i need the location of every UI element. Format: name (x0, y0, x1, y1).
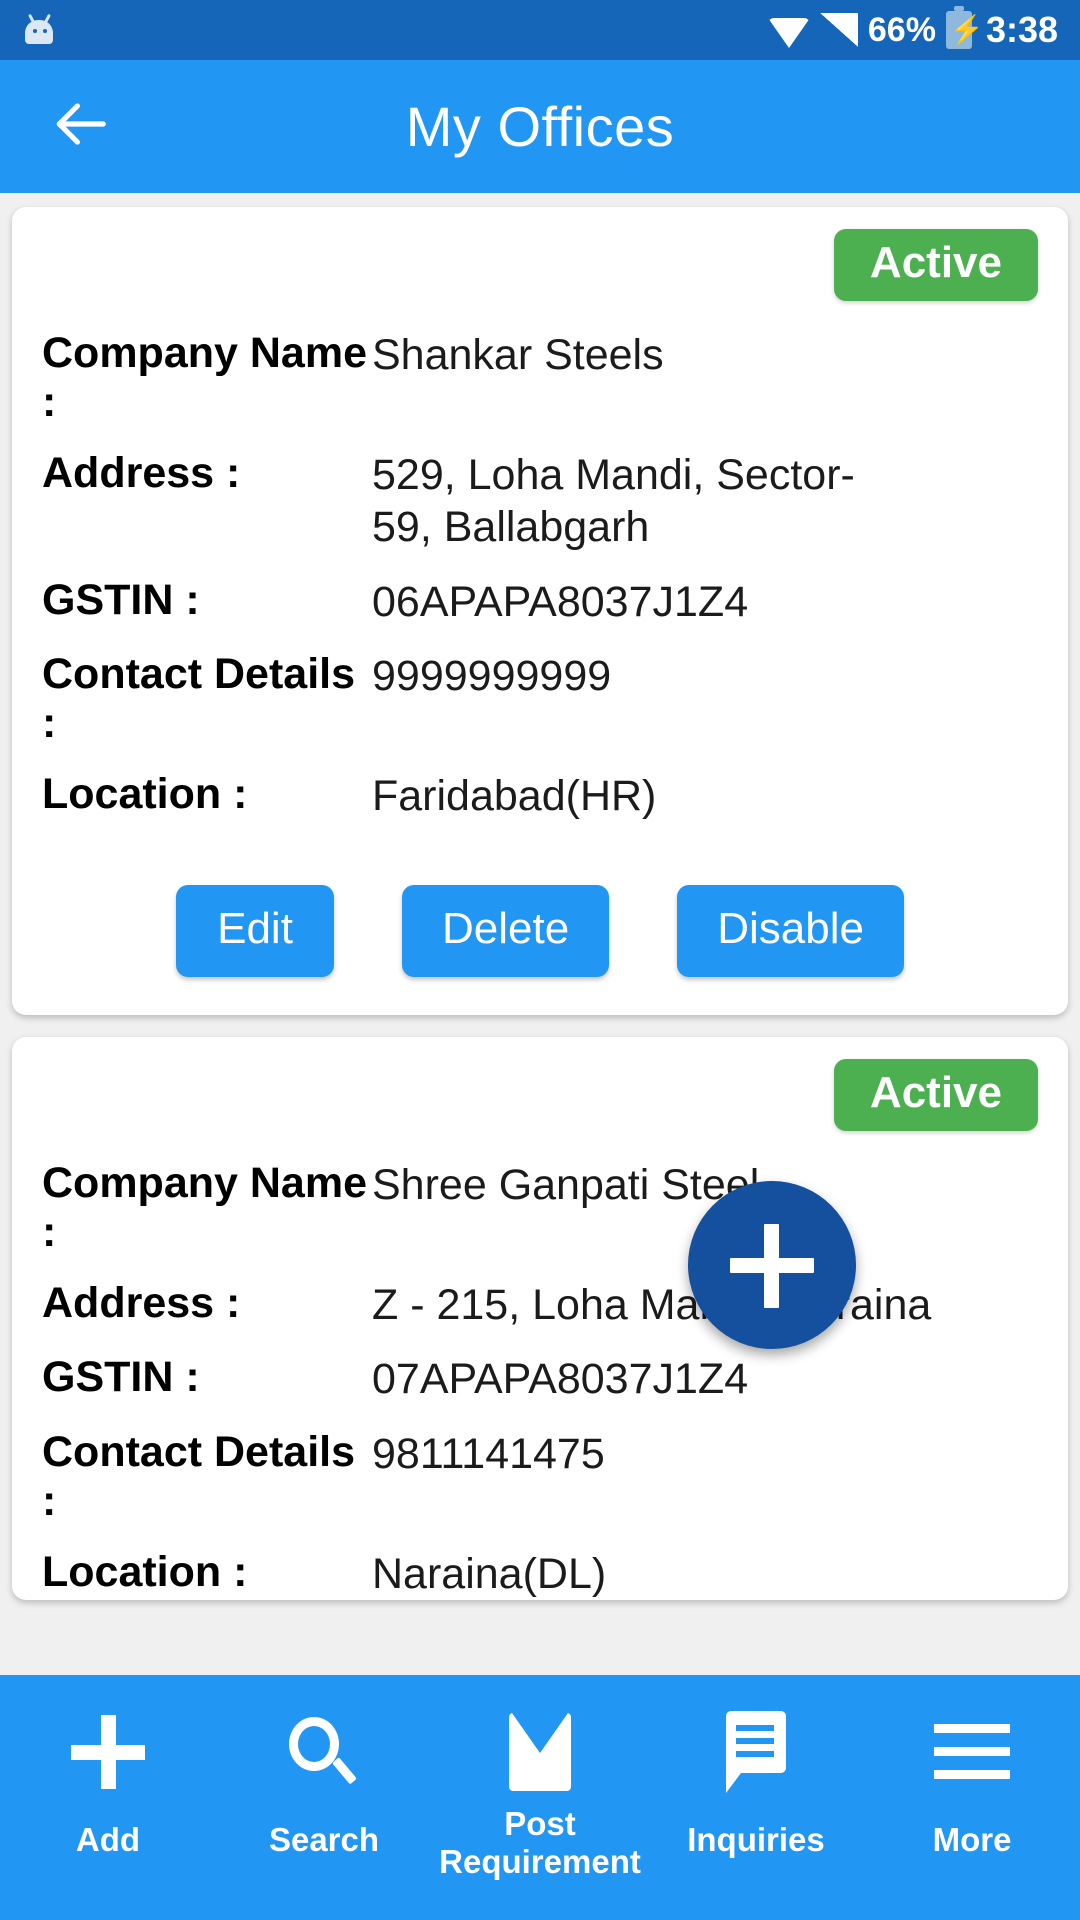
search-icon (287, 1709, 361, 1795)
field-value: 9999999999 (372, 652, 612, 701)
office-card[interactable]: Active Company Name : Shankar Steels Add… (12, 207, 1068, 1015)
field-contact-details: Contact Details : 9811141475 (42, 1428, 1038, 1526)
office-fields: Company Name : Shankar Steels Address : … (42, 329, 1038, 823)
field-label: Company Name : (42, 329, 367, 427)
page-title: My Offices (405, 95, 675, 158)
back-button[interactable] (30, 77, 130, 177)
hamburger-menu-icon (934, 1709, 1010, 1795)
office-list[interactable]: Active Company Name : Shankar Steels Add… (0, 193, 1080, 1675)
card-actions: Edit Delete Disable (42, 884, 1038, 977)
field-location: Location : Faridabad(HR) (42, 770, 1038, 822)
field-value: Shankar Steels (372, 331, 664, 379)
battery-charging-icon: ⚡ (945, 6, 984, 49)
nav-label-line2: Requirement (439, 1842, 641, 1880)
status-bar-right: 66% ⚡ 3:38 (767, 6, 1058, 51)
office-fields: Company Name : Shree Ganpati Steel Addre… (42, 1159, 1038, 1600)
field-label: Company Name : (42, 1158, 367, 1256)
field-gstin: GSTIN : 07APAPA8037J1Z4 (42, 1353, 1038, 1405)
disable-button[interactable]: Disable (677, 884, 904, 977)
nav-label: Add (75, 1821, 141, 1858)
field-label: Location : (42, 1547, 248, 1596)
nav-item-search[interactable]: Search (216, 1675, 432, 1920)
field-label: Contact Details : (42, 1427, 356, 1525)
field-label: GSTIN : (42, 575, 200, 624)
field-location: Location : Naraina(DL) (42, 1548, 1038, 1600)
field-address: Address : 529, Loha Mandi, Sector-59, Ba… (42, 449, 1038, 554)
delete-button[interactable]: Delete (402, 884, 610, 977)
badge-row: Active (42, 1058, 1038, 1131)
status-bar-clock: 3:38 (985, 9, 1058, 50)
field-label: Address : (42, 449, 241, 498)
chat-bubble-icon (720, 1709, 792, 1795)
android-robot-icon (22, 13, 56, 47)
nav-item-more[interactable]: More (864, 1675, 1080, 1920)
back-arrow-icon (49, 93, 111, 160)
status-bar-left (22, 13, 56, 47)
nav-label-line1: Post (504, 1805, 576, 1842)
nav-item-add[interactable]: Add (0, 1675, 216, 1920)
mail-icon (509, 1709, 571, 1795)
nav-label: Post Requirement (439, 1805, 641, 1880)
field-label: Address : (42, 1278, 241, 1327)
status-badge: Active (833, 1058, 1038, 1131)
nav-label: Inquiries (687, 1821, 825, 1858)
field-contact-details: Contact Details : 9999999999 (42, 650, 1038, 748)
app-root: 66% ⚡ 3:38 My Offices Active Company Nam… (0, 0, 1080, 1920)
field-company-name: Company Name : Shankar Steels (42, 329, 1038, 427)
add-office-fab[interactable] (688, 1181, 856, 1349)
field-label: Location : (42, 770, 248, 819)
nav-label: Search (268, 1821, 380, 1858)
status-bar: 66% ⚡ 3:38 (0, 0, 1080, 60)
field-value: Faridabad(HR) (372, 772, 657, 821)
nav-item-inquiries[interactable]: Inquiries (648, 1675, 864, 1920)
field-value: 07APAPA8037J1Z4 (372, 1355, 749, 1404)
field-value: Naraina(DL) (372, 1549, 607, 1598)
wifi-icon (767, 13, 810, 48)
field-gstin: GSTIN : 06APAPA8037J1Z4 (42, 576, 1038, 628)
field-value: Shree Ganpati Steel (372, 1160, 760, 1209)
field-value: 06APAPA8037J1Z4 (372, 577, 749, 626)
app-bar: My Offices (0, 60, 1080, 193)
field-label: Contact Details : (42, 650, 356, 748)
nav-item-post-requirement[interactable]: Post Requirement (432, 1675, 648, 1920)
office-card[interactable]: Active Company Name : Shree Ganpati Stee… (12, 1036, 1068, 1601)
edit-button[interactable]: Edit (176, 884, 335, 977)
badge-row: Active (42, 229, 1038, 301)
status-badge: Active (833, 229, 1038, 301)
bottom-navigation-bar: Add Search Post Requirement Inquiries Mo… (0, 1675, 1080, 1920)
field-company-name: Company Name : Shree Ganpati Steel (42, 1159, 1038, 1257)
field-value: 529, Loha Mandi, Sector-59, Ballabgarh (372, 451, 855, 552)
field-value: 9811141475 (372, 1429, 605, 1478)
field-label: GSTIN : (42, 1353, 200, 1402)
cellular-signal-icon (819, 13, 858, 47)
field-address: Address : Z - 215, Loha Mandi, Naraina (42, 1279, 1038, 1331)
nav-label: More (932, 1821, 1012, 1858)
battery-percent-label: 66% (867, 10, 936, 49)
plus-icon (71, 1709, 145, 1795)
